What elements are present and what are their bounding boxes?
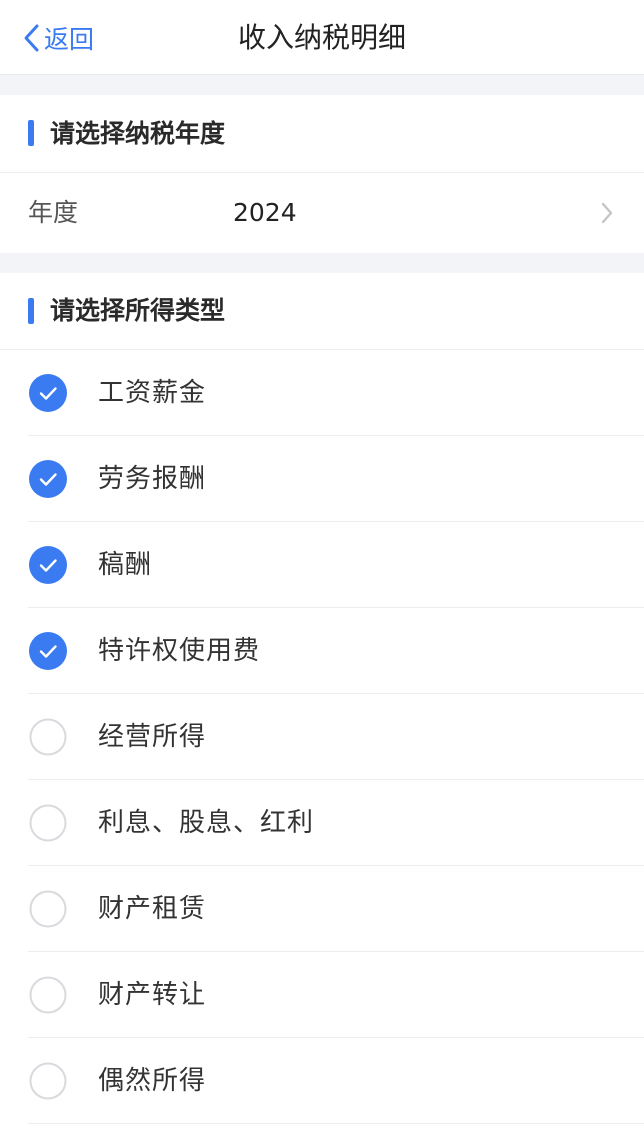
- income-tax-detail-page: 返回 收入纳税明细 请选择纳税年度 年度 2024 请选择所得类型 工资薪金劳务…: [0, 0, 644, 1145]
- section-gap: [0, 75, 644, 95]
- income-type-label: 财产转让: [98, 980, 207, 1010]
- income-type-label: 财产租赁: [98, 894, 207, 924]
- year-section-title: 请选择纳税年度: [50, 119, 226, 148]
- nav-header: 返回 收入纳税明细: [0, 0, 644, 75]
- income-type-label: 工资薪金: [98, 378, 207, 408]
- income-type-item[interactable]: 利息、股息、红利: [0, 780, 644, 866]
- income-type-label: 劳务报酬: [98, 464, 207, 494]
- income-type-label: 特许权使用费: [98, 636, 261, 666]
- income-type-item[interactable]: 工资薪金: [0, 350, 644, 436]
- income-type-item[interactable]: 偶然所得: [0, 1038, 644, 1124]
- income-type-item[interactable]: 稿酬: [0, 522, 644, 608]
- income-type-item[interactable]: 财产转让: [0, 952, 644, 1038]
- income-type-label: 稿酬: [98, 550, 153, 580]
- income-type-item[interactable]: 特许权使用费: [0, 608, 644, 694]
- checkmark-circle-icon[interactable]: [29, 374, 67, 412]
- type-section-title: 请选择所得类型: [50, 296, 226, 325]
- empty-circle-icon[interactable]: [29, 804, 67, 842]
- section-accent-bar: [28, 298, 34, 324]
- income-type-label: 经营所得: [98, 722, 207, 752]
- income-type-label: 利息、股息、红利: [98, 808, 315, 838]
- year-value: 2024: [233, 198, 297, 227]
- income-type-label: 偶然所得: [98, 1066, 207, 1096]
- checkmark-circle-icon[interactable]: [29, 460, 67, 498]
- chevron-right-icon: [600, 201, 614, 229]
- year-selector-row[interactable]: 年度 2024: [0, 173, 644, 253]
- checkmark-circle-icon[interactable]: [29, 546, 67, 584]
- income-type-item[interactable]: 劳务报酬: [0, 436, 644, 522]
- year-label: 年度: [28, 198, 79, 227]
- empty-circle-icon[interactable]: [29, 1062, 67, 1100]
- income-type-list: 工资薪金劳务报酬稿酬特许权使用费 经营所得利息、股息、红利 财产租赁财产转让偶然所得: [0, 350, 644, 1124]
- checkmark-circle-icon[interactable]: [29, 632, 67, 670]
- empty-circle-icon[interactable]: [29, 890, 67, 928]
- income-type-item[interactable]: 经营所得: [0, 694, 644, 780]
- page-title: 收入纳税明细: [237, 21, 406, 54]
- empty-circle-icon[interactable]: [29, 718, 67, 756]
- list-divider: [28, 1123, 644, 1124]
- section-accent-bar: [28, 120, 34, 146]
- income-type-item[interactable]: 财产租赁: [0, 866, 644, 952]
- empty-circle-icon[interactable]: [29, 976, 67, 1014]
- type-section-header: 请选择所得类型: [0, 273, 644, 350]
- year-section-header: 请选择纳税年度: [0, 95, 644, 173]
- section-gap: [0, 253, 644, 273]
